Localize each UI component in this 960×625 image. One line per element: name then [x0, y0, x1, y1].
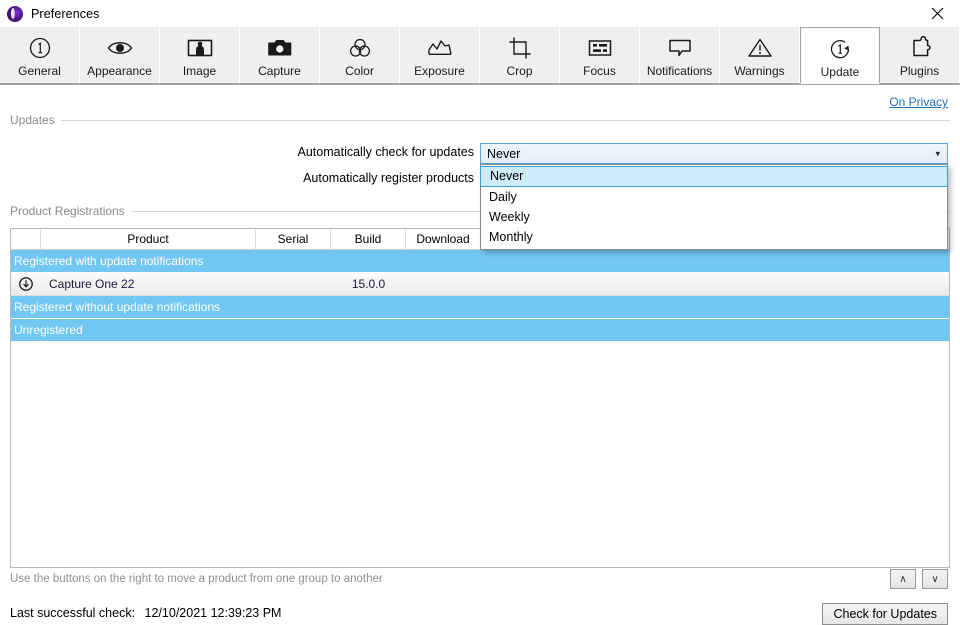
auto-check-dropdown-list[interactable]: Never Daily Weekly Monthly [480, 164, 948, 250]
dropdown-option-monthly[interactable]: Monthly [481, 227, 947, 247]
close-icon [931, 7, 943, 20]
tab-color-label: Color [345, 64, 374, 78]
auto-check-row: Automatically check for updates [0, 145, 474, 159]
tab-general-label: General [18, 64, 61, 78]
tab-warnings[interactable]: Warnings [720, 27, 800, 84]
table-col-download[interactable]: Download [406, 229, 481, 249]
tab-image-label: Image [182, 64, 217, 78]
dropdown-option-daily[interactable]: Daily [481, 187, 947, 207]
table-col-serial[interactable]: Serial [256, 229, 331, 249]
tab-focus-label: Focus [583, 64, 616, 78]
picture-icon [187, 33, 213, 63]
warning-triangle-icon [747, 33, 773, 63]
dropdown-option-never[interactable]: Never [480, 166, 948, 187]
row-build: 15.0.0 [351, 277, 386, 291]
move-up-button[interactable]: ∧ [890, 569, 916, 589]
auto-register-row: Automatically register products [0, 171, 474, 185]
tab-crop[interactable]: Crop [480, 27, 560, 84]
close-window-button[interactable] [914, 0, 960, 27]
tab-general[interactable]: General [0, 27, 80, 84]
row-product-name: Capture One 22 [49, 277, 135, 291]
auto-check-label: Automatically check for updates [297, 145, 474, 159]
tab-update-label: Update [820, 65, 860, 79]
crop-icon [508, 33, 532, 63]
check-for-updates-button[interactable]: Check for Updates [822, 603, 948, 625]
tab-color[interactable]: Color [320, 27, 400, 84]
registrations-section-title: Product Registrations [10, 204, 125, 218]
color-circles-icon [347, 33, 373, 63]
tab-warnings-label: Warnings [734, 64, 785, 78]
circled-one-icon [28, 33, 52, 63]
product-registrations-table: Product Serial Build Download Registered… [10, 228, 950, 568]
last-check-status: Last successful check: 12/10/2021 12:39:… [10, 606, 281, 620]
last-check-value: 12/10/2021 12:39:23 PM [144, 606, 282, 620]
tab-notifications[interactable]: Notifications [640, 27, 720, 84]
updates-section-title: Updates [10, 113, 55, 127]
move-hint-text: Use the buttons on the right to move a p… [10, 573, 383, 585]
table-col-product[interactable]: Product [41, 229, 256, 249]
preferences-tab-strip: General Appearance Image Capture Color E… [0, 27, 960, 85]
move-down-button[interactable]: ∨ [922, 569, 948, 589]
table-col-build[interactable]: Build [331, 229, 406, 249]
puzzle-piece-icon [908, 33, 932, 63]
auto-check-selected-value: Never [487, 146, 521, 161]
capture-one-logo-icon [7, 5, 23, 22]
tab-appearance-label: Appearance [87, 64, 152, 78]
on-privacy-link[interactable]: On Privacy [889, 95, 948, 109]
tab-exposure-label: Exposure [414, 64, 465, 78]
update-panel: On Privacy Updates Automatically check f… [0, 85, 960, 625]
move-buttons-group: ∧ ∨ [890, 569, 948, 589]
update-available-icon [11, 277, 41, 291]
last-check-label: Last successful check: [10, 606, 136, 620]
tab-image[interactable]: Image [160, 27, 240, 84]
eye-icon [107, 33, 133, 63]
tab-crop-label: Crop [506, 64, 533, 78]
auto-check-dropdown[interactable]: Never ▾ [480, 143, 948, 164]
tab-update[interactable]: Update [800, 27, 880, 84]
title-bar: Preferences [0, 0, 960, 27]
section-divider [60, 119, 950, 121]
focus-grid-icon [587, 33, 613, 63]
table-group-row[interactable]: Registered with update notifications [11, 250, 949, 273]
table-row[interactable]: Capture One 22 15.0.0 [11, 273, 949, 296]
tab-notifications-label: Notifications [646, 64, 713, 78]
tab-capture-label: Capture [258, 64, 301, 78]
tab-plugins[interactable]: Plugins [880, 27, 960, 84]
tab-exposure[interactable]: Exposure [400, 27, 480, 84]
update-refresh-icon [828, 34, 852, 64]
histogram-icon [427, 33, 453, 63]
tab-focus[interactable]: Focus [560, 27, 640, 84]
window-title: Preferences [31, 6, 100, 21]
table-group-row[interactable]: Unregistered [11, 319, 949, 342]
camera-icon [267, 33, 293, 63]
chevron-down-icon: ▾ [935, 148, 940, 158]
table-col-icon[interactable] [11, 229, 41, 249]
tab-appearance[interactable]: Appearance [80, 27, 160, 84]
updates-section-header: Updates [10, 113, 950, 127]
tab-capture[interactable]: Capture [240, 27, 320, 84]
dropdown-option-weekly[interactable]: Weekly [481, 207, 947, 227]
speech-bubble-icon [667, 33, 693, 63]
auto-register-label: Automatically register products [303, 171, 474, 185]
table-group-row[interactable]: Registered without update notifications [11, 296, 949, 319]
tab-plugins-label: Plugins [899, 64, 940, 78]
